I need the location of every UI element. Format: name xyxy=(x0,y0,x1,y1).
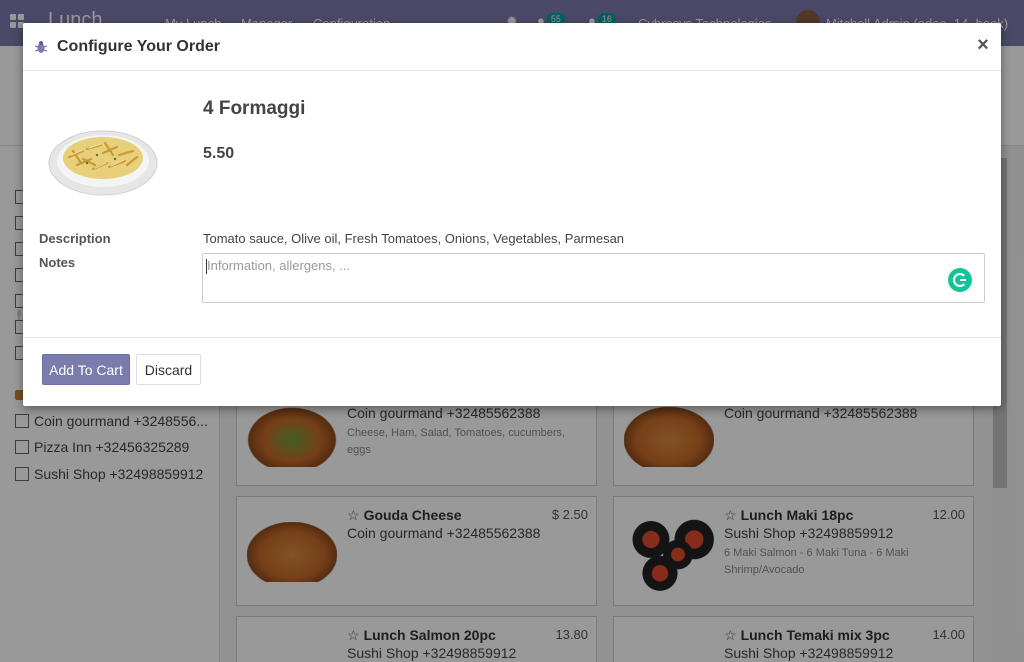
dialog-title: Configure Your Order xyxy=(57,38,220,55)
close-icon[interactable]: × xyxy=(975,35,991,55)
text-caret xyxy=(206,259,207,274)
notes-label: Notes xyxy=(39,255,76,270)
grammarly-icon[interactable] xyxy=(948,268,972,292)
dialog-header: Configure Your Order × xyxy=(23,23,1001,71)
description-label: Description xyxy=(39,231,111,246)
product-image xyxy=(48,130,158,196)
discard-button[interactable]: Discard xyxy=(136,354,201,385)
product-name: 4 Formaggi xyxy=(203,98,306,119)
add-to-cart-button[interactable]: Add To Cart xyxy=(42,354,130,385)
notes-field[interactable] xyxy=(202,253,985,303)
configure-order-dialog: Configure Your Order × 4 Formaggi 5.50 D… xyxy=(23,23,1001,406)
description-value: Tomato sauce, Olive oil, Fresh Tomatoes,… xyxy=(203,231,625,246)
product-price: 5.50 xyxy=(203,145,235,162)
bug-icon xyxy=(35,41,47,53)
dialog-footer: Add To Cart Discard xyxy=(23,337,1001,406)
